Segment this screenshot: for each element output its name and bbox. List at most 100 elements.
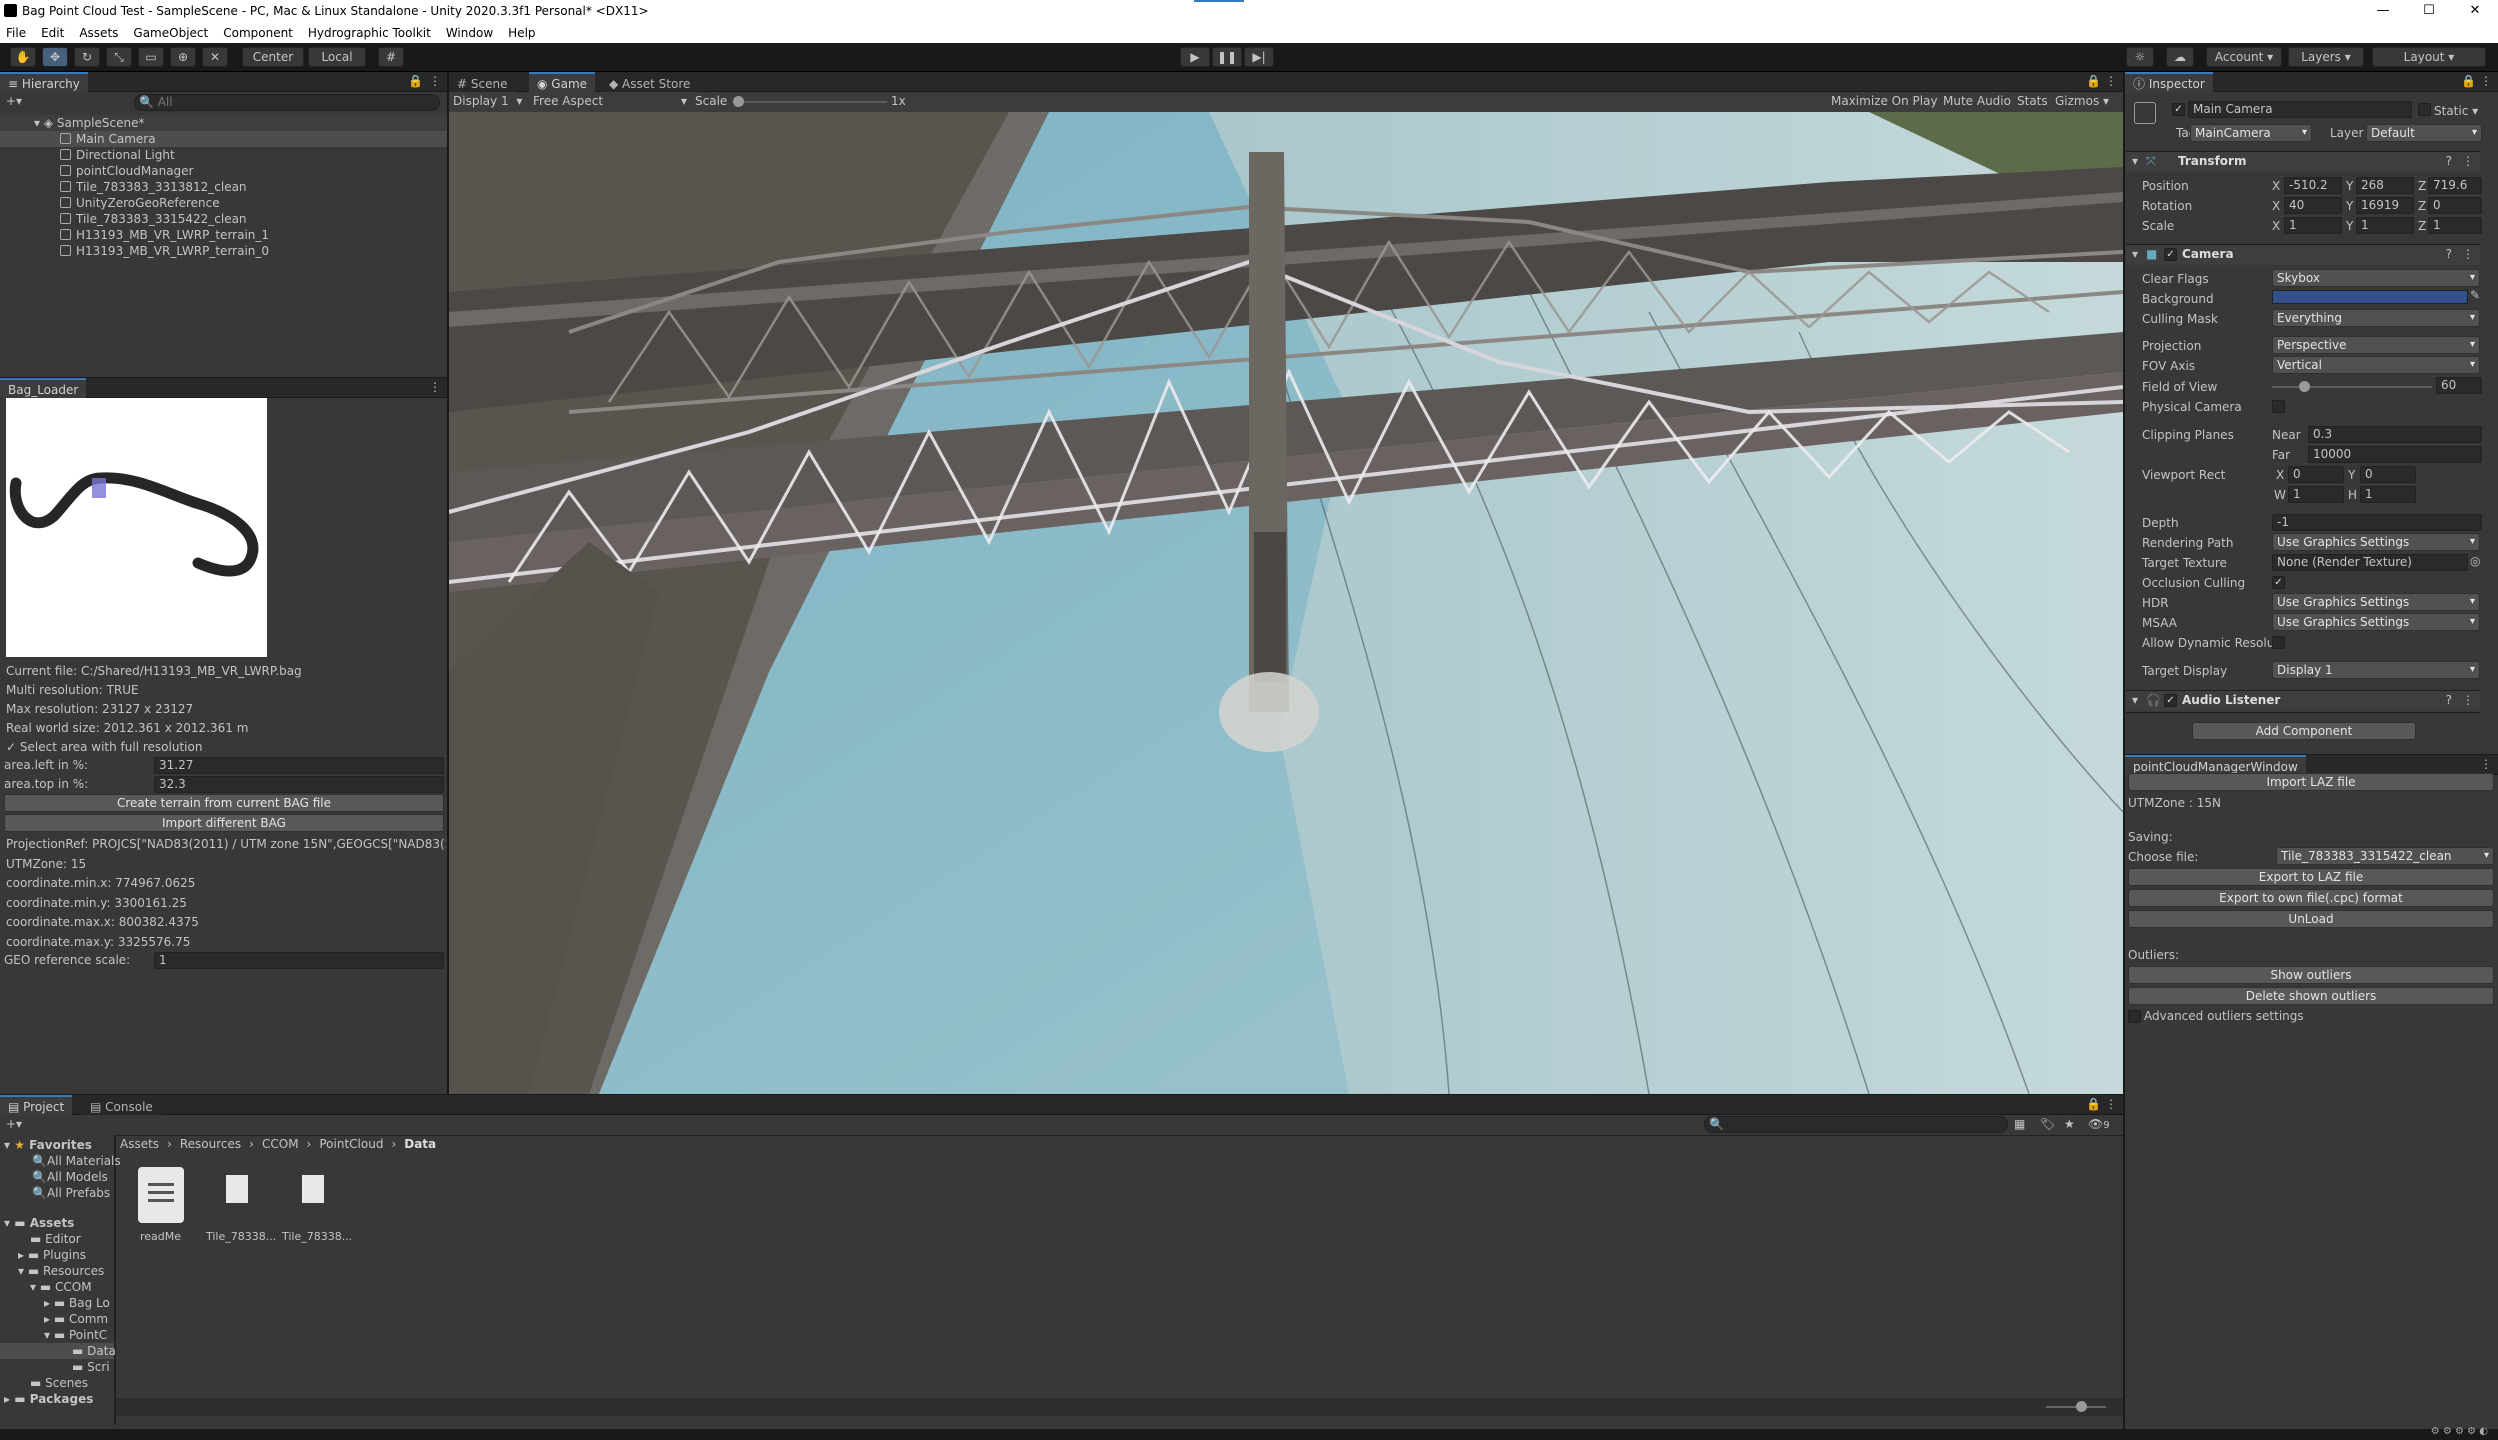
occlusion-culling-checkbox[interactable]: ✓ (2272, 576, 2285, 589)
lock-icon[interactable]: 🔒 (408, 74, 423, 88)
tab-bag-loader[interactable]: Bag_Loader (0, 378, 87, 398)
msaa-dropdown[interactable]: Use Graphics Settings (2272, 613, 2480, 631)
kebab-menu-icon[interactable]: ⋮ (429, 74, 441, 88)
fav-item[interactable]: 🔍All Materials (32, 1153, 121, 1169)
hidden-packages-icon[interactable]: 👁9 (2088, 1117, 2110, 1131)
rect-tool-icon[interactable]: ▭ (138, 47, 164, 67)
play-button[interactable]: ▶ (1180, 47, 1210, 67)
import-laz-button[interactable]: Import LAZ file (2128, 773, 2494, 791)
hierarchy-item[interactable]: Tile_783383_3315422_clean (60, 211, 247, 227)
geo-scale-input[interactable]: 1 (154, 952, 444, 969)
maximize-button[interactable]: ☐ (2406, 0, 2452, 22)
kebab-menu-icon[interactable]: ⋮ (2105, 74, 2117, 88)
favorites-header[interactable]: ▾ ★ Favorites (4, 1137, 92, 1153)
tab-console[interactable]: ▤ Console (82, 1095, 161, 1115)
pause-button[interactable]: ❚❚ (1212, 47, 1242, 67)
delete-outliers-button[interactable]: Delete shown outliers (2128, 987, 2494, 1005)
kebab-menu-icon[interactable]: ⋮ (2480, 74, 2492, 88)
tag-dropdown[interactable]: MainCamera (2190, 124, 2312, 142)
area-left-input[interactable]: 31.27 (154, 757, 444, 774)
active-checkbox[interactable]: ✓ (2172, 103, 2185, 116)
tab-game[interactable]: ◉ Game (529, 72, 596, 92)
pivot-center-button[interactable]: Center (242, 47, 304, 67)
menu-hydrographic-toolkit[interactable]: Hydrographic Toolkit (308, 26, 431, 40)
status-icons[interactable]: ⚙ ⚙ ⚙ ⚙ ◐ (2431, 1426, 2488, 1437)
stats-toggle[interactable]: Stats (2017, 94, 2048, 108)
layout-dropdown[interactable]: Layout ▾ (2372, 47, 2486, 67)
near-input[interactable]: 0.3 (2308, 426, 2482, 443)
minimize-button[interactable]: — (2360, 0, 2406, 22)
kebab-menu-icon[interactable]: ⋮ (2462, 154, 2474, 168)
move-tool-icon[interactable]: ✥ (42, 47, 68, 67)
far-input[interactable]: 10000 (2308, 446, 2482, 463)
tab-project[interactable]: ▤ Project (0, 1095, 73, 1115)
breadcrumb-item[interactable]: PointCloud (319, 1137, 383, 1151)
file-label[interactable]: Tile_78338... (282, 1229, 352, 1245)
menu-assets[interactable]: Assets (79, 26, 118, 40)
icon-size-handle[interactable] (2076, 1401, 2087, 1412)
search-by-type-icon[interactable]: ▦ (2014, 1117, 2025, 1131)
tree-packages[interactable]: ▸ ▬ Packages (4, 1391, 93, 1407)
file-label[interactable]: Tile_78338... (206, 1229, 276, 1245)
file-icon[interactable] (226, 1175, 248, 1203)
breadcrumb-item[interactable]: Resources (180, 1137, 241, 1151)
kebab-menu-icon[interactable]: ⋮ (429, 380, 441, 394)
menu-edit[interactable]: Edit (41, 26, 64, 40)
tree-folder[interactable]: ▾ ▬ Resources (18, 1263, 104, 1279)
export-cpc-button[interactable]: Export to own file(.cpc) format (2128, 889, 2494, 907)
scale-y-input[interactable]: 1 (2356, 217, 2414, 234)
lock-icon[interactable]: 🔒 (2461, 74, 2476, 88)
search-by-label-icon[interactable]: 🏷 (2040, 1117, 2055, 1131)
kebab-menu-icon[interactable]: ⋮ (2462, 693, 2474, 707)
account-dropdown[interactable]: Account ▾ (2206, 47, 2282, 67)
scale-slider-track[interactable] (737, 101, 887, 103)
tree-folder-selected[interactable]: ▬ Data (72, 1343, 116, 1359)
advanced-outliers-label[interactable]: Advanced outliers settings (2144, 1008, 2304, 1024)
tree-folder[interactable]: ▸ ▬ Plugins (18, 1247, 86, 1263)
object-picker-icon[interactable]: ◎ (2470, 554, 2480, 568)
help-icon[interactable]: ? (2446, 693, 2452, 707)
lock-icon[interactable]: 🔒 (2086, 74, 2101, 88)
static-label[interactable]: Static ▾ (2434, 103, 2478, 119)
clear-flags-dropdown[interactable]: Skybox (2272, 269, 2480, 287)
background-color-swatch[interactable] (2272, 290, 2468, 304)
hierarchy-item[interactable]: H13193_MB_VR_LWRP_terrain_0 (60, 243, 269, 259)
tree-folder[interactable]: ▾ ▬ PointC (44, 1327, 107, 1343)
tree-assets[interactable]: ▾ ▬ Assets (4, 1215, 74, 1231)
breadcrumb-item[interactable]: Data (404, 1137, 436, 1151)
position-z-input[interactable]: 719.6 (2428, 177, 2482, 194)
hierarchy-item[interactable]: Directional Light (60, 147, 175, 163)
import-bag-button[interactable]: Import different BAG (4, 814, 444, 832)
position-x-input[interactable]: -510.2 (2284, 177, 2342, 194)
culling-mask-dropdown[interactable]: Everything (2272, 309, 2480, 327)
kebab-menu-icon[interactable]: ⋮ (2480, 757, 2492, 771)
breadcrumb-item[interactable]: Assets (120, 1137, 159, 1151)
display-dropdown[interactable]: Display 1 ▾ (453, 94, 522, 108)
fav-item[interactable]: 🔍All Models (32, 1169, 108, 1185)
tab-inspector[interactable]: ⓘ Inspector (2125, 72, 2213, 92)
project-search-input[interactable]: 🔍 (1704, 1116, 2008, 1133)
file-label[interactable]: readMe (140, 1229, 181, 1245)
fov-slider-handle[interactable] (2299, 381, 2310, 392)
help-icon[interactable]: ? (2446, 154, 2452, 168)
favorite-star-icon[interactable]: ★ (2064, 1117, 2075, 1131)
scene-root[interactable]: ▾ ◈ SampleScene* (34, 115, 144, 131)
position-y-input[interactable]: 268 (2356, 177, 2414, 194)
custom-tool-icon[interactable]: ✕ (202, 47, 228, 67)
add-component-button[interactable]: Add Component (2192, 722, 2416, 740)
unload-button[interactable]: UnLoad (2128, 910, 2494, 928)
grid-snap-icon[interactable]: # (378, 47, 404, 67)
eyedropper-icon[interactable]: ✎ (2470, 288, 2480, 302)
file-icon[interactable] (302, 1175, 324, 1203)
tree-folder[interactable]: ▸ ▬ Comm (44, 1311, 108, 1327)
fov-input[interactable]: 60 (2436, 377, 2482, 394)
create-plus-button[interactable]: +▾ (6, 1117, 22, 1131)
kebab-menu-icon[interactable]: ⋮ (2105, 1097, 2117, 1111)
step-button[interactable]: ▶| (1244, 47, 1274, 67)
audio-listener-checkbox[interactable]: ✓ (2164, 694, 2177, 707)
pivot-local-button[interactable]: Local (308, 47, 366, 67)
hierarchy-search-input[interactable]: 🔍 All (134, 94, 440, 111)
tab-scene[interactable]: # Scene (449, 72, 516, 92)
aspect-dropdown[interactable]: Free Aspect ▾ (533, 94, 687, 108)
tree-folder[interactable]: ▾ ▬ CCOM (30, 1279, 92, 1295)
